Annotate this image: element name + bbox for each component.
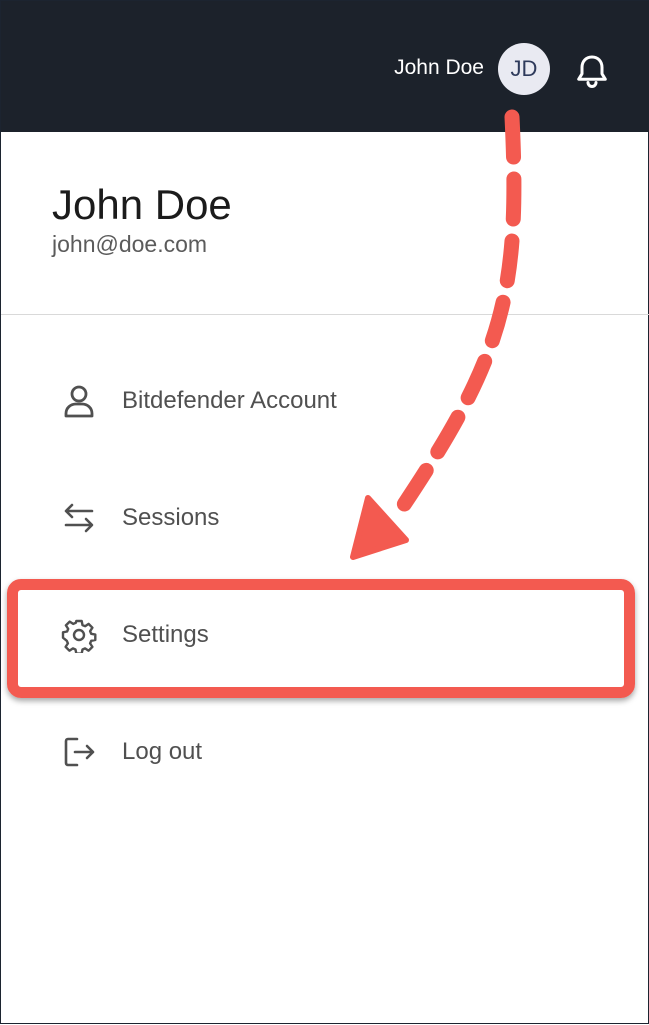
- user-menu-panel: John Doe JD John Doe john@doe.com Bitdef…: [0, 0, 649, 1024]
- profile-email: john@doe.com: [52, 231, 208, 257]
- menu-item-label: Log out: [122, 738, 203, 765]
- menu-item-sessions[interactable]: Sessions: [1, 478, 649, 558]
- topbar-user-name[interactable]: John Doe: [394, 55, 484, 81]
- top-bar: John Doe JD: [1, 1, 649, 132]
- arrows-exchange-icon: [61, 500, 97, 536]
- profile-name: John Doe: [52, 181, 232, 228]
- avatar[interactable]: JD: [498, 43, 550, 95]
- menu-item-label: Settings: [122, 621, 209, 648]
- gear-icon: [61, 617, 97, 655]
- menu-item-settings[interactable]: Settings: [1, 595, 649, 675]
- logout-icon: [61, 734, 97, 770]
- menu-item-bitdefender-account[interactable]: Bitdefender Account: [1, 361, 649, 441]
- bell-icon[interactable]: [571, 50, 613, 92]
- menu-item-label: Bitdefender Account: [122, 387, 337, 414]
- user-icon: [61, 383, 97, 419]
- divider: [1, 314, 649, 315]
- menu-item-label: Sessions: [122, 504, 220, 531]
- menu-item-log-out[interactable]: Log out: [1, 712, 649, 792]
